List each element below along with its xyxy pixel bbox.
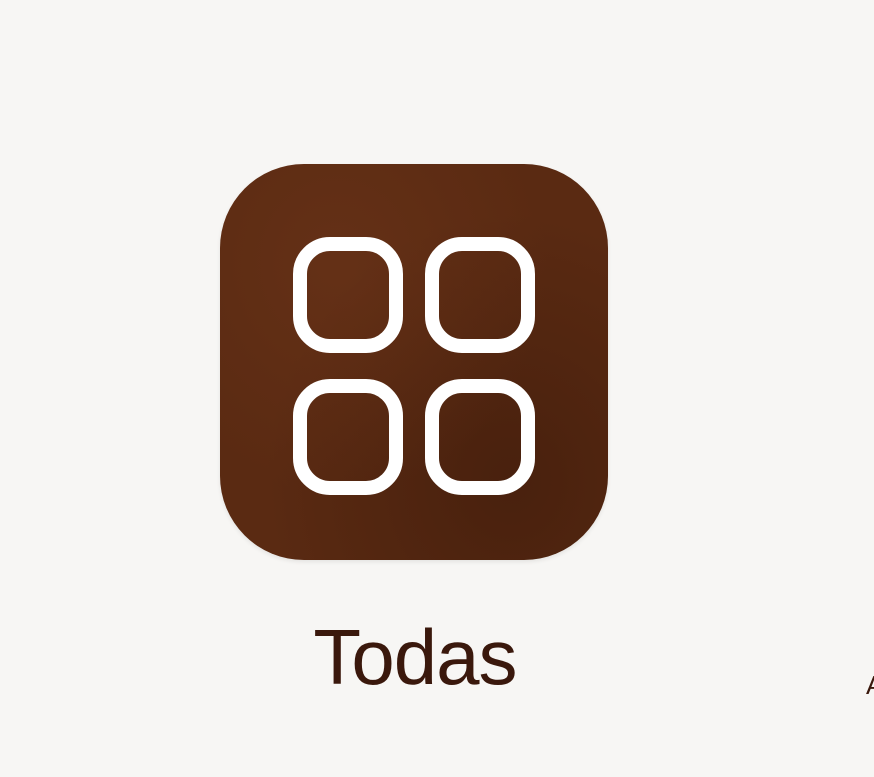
grid-cell-bottom-left xyxy=(293,379,403,495)
category-label: Todas xyxy=(313,613,517,701)
next-category-label-fragment[interactable]: A xyxy=(866,672,874,696)
grid-cell-top-left xyxy=(293,237,403,353)
grid-cell-top-right xyxy=(425,237,535,353)
category-icon-box[interactable] xyxy=(220,164,608,560)
grid-icon xyxy=(293,237,535,495)
grid-cell-bottom-right xyxy=(425,379,535,495)
category-tile-todas[interactable]: Todas xyxy=(160,120,670,730)
